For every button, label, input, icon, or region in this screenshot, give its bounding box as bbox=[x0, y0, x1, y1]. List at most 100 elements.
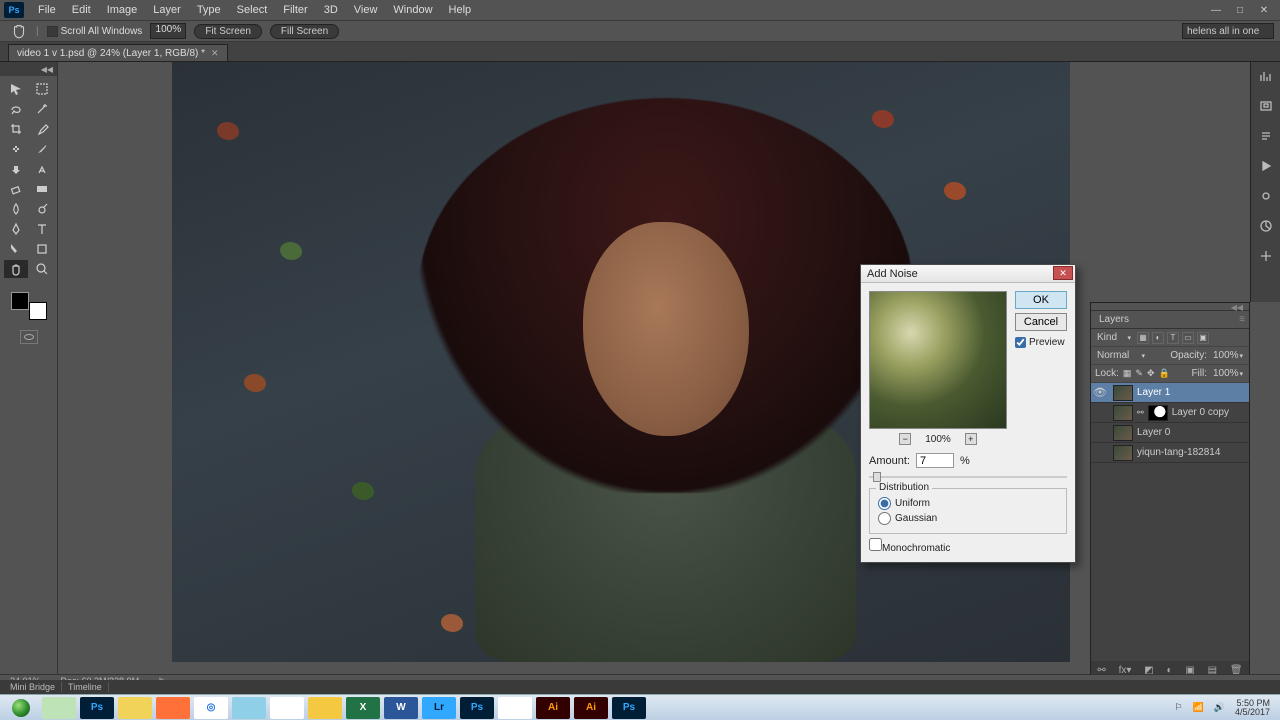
lasso-tool[interactable] bbox=[4, 100, 28, 118]
opacity-input[interactable]: 100%▾ bbox=[1211, 350, 1245, 361]
adjust-icon[interactable] bbox=[1258, 218, 1274, 234]
taskbar-app[interactable]: X bbox=[346, 697, 380, 719]
tray-network-icon[interactable]: 📶 bbox=[1193, 702, 1204, 713]
type-tool[interactable] bbox=[30, 220, 54, 238]
visibility-icon[interactable]: 👁 bbox=[1091, 386, 1109, 399]
menu-3d[interactable]: 3D bbox=[316, 2, 346, 18]
filter-type-icon[interactable]: T bbox=[1167, 332, 1179, 344]
dodge-tool[interactable] bbox=[30, 200, 54, 218]
close-button[interactable]: ✕ bbox=[1252, 2, 1276, 18]
fill-input[interactable]: 100%▾ bbox=[1211, 368, 1245, 379]
crop-tool[interactable] bbox=[4, 120, 28, 138]
taskbar-app[interactable]: ◎ bbox=[194, 697, 228, 719]
filter-shape-icon[interactable]: ▭ bbox=[1182, 332, 1194, 344]
dialog-titlebar[interactable]: Add Noise ✕ bbox=[861, 265, 1075, 283]
workspace-select[interactable]: helens all in one bbox=[1182, 23, 1274, 39]
taskbar-app[interactable] bbox=[270, 697, 304, 719]
layer-thumbnail[interactable] bbox=[1113, 405, 1133, 421]
taskbar-app[interactable]: W bbox=[384, 697, 418, 719]
menu-edit[interactable]: Edit bbox=[64, 2, 99, 18]
layer-thumbnail[interactable] bbox=[1113, 385, 1133, 401]
pen-tool[interactable] bbox=[4, 220, 28, 238]
taskbar-app[interactable]: Ps bbox=[460, 697, 494, 719]
menu-type[interactable]: Type bbox=[189, 2, 229, 18]
amount-input[interactable] bbox=[916, 453, 954, 468]
eraser-tool[interactable] bbox=[4, 180, 28, 198]
filter-adjust-icon[interactable]: ◐ bbox=[1152, 332, 1164, 344]
quick-mask-icon[interactable] bbox=[20, 330, 38, 344]
amount-slider[interactable] bbox=[869, 472, 1067, 482]
foreground-background-colors[interactable] bbox=[7, 288, 51, 324]
layer-item[interactable]: ⚯Layer 0 copy bbox=[1091, 403, 1249, 423]
blend-mode-select[interactable]: Normal▾ bbox=[1095, 350, 1147, 361]
maximize-button[interactable]: □ bbox=[1228, 2, 1252, 18]
lock-trans-icon[interactable]: ▦ bbox=[1123, 368, 1132, 379]
eyedropper-tool[interactable] bbox=[30, 120, 54, 138]
menu-select[interactable]: Select bbox=[229, 2, 276, 18]
zoom-in-button[interactable]: + bbox=[965, 433, 977, 445]
ok-button[interactable]: OK bbox=[1015, 291, 1067, 309]
preview-checkbox[interactable]: Preview bbox=[1015, 337, 1067, 348]
cancel-button[interactable]: Cancel bbox=[1015, 313, 1067, 331]
layer-item[interactable]: Layer 0 bbox=[1091, 423, 1249, 443]
menu-image[interactable]: Image bbox=[99, 2, 146, 18]
menu-view[interactable]: View bbox=[346, 2, 386, 18]
taskbar-app[interactable] bbox=[118, 697, 152, 719]
taskbar-app[interactable]: Ps bbox=[612, 697, 646, 719]
menu-help[interactable]: Help bbox=[441, 2, 480, 18]
hand-tool-icon[interactable] bbox=[10, 24, 28, 39]
move-tool[interactable] bbox=[4, 80, 28, 98]
taskbar-app[interactable] bbox=[156, 697, 190, 719]
uniform-radio[interactable]: Uniform bbox=[878, 497, 1058, 510]
zoom-out-button[interactable]: − bbox=[899, 433, 911, 445]
lock-paint-icon[interactable]: ✎ bbox=[1135, 368, 1143, 379]
scroll-all-windows-checkbox[interactable]: Scroll All Windows bbox=[47, 26, 143, 37]
dialog-close-button[interactable]: ✕ bbox=[1053, 266, 1073, 280]
fill-screen-button[interactable]: Fill Screen bbox=[270, 24, 339, 39]
taskbar-app[interactable] bbox=[42, 697, 76, 719]
properties-icon[interactable] bbox=[1258, 128, 1274, 144]
quick-select-tool[interactable] bbox=[30, 100, 54, 118]
layers-tab[interactable]: Layers≡ bbox=[1091, 311, 1249, 329]
tray-volume-icon[interactable]: 🔊 bbox=[1214, 702, 1225, 713]
tray-flag-icon[interactable]: ⚐ bbox=[1174, 702, 1182, 713]
layer-item[interactable]: 👁Layer 1 bbox=[1091, 383, 1249, 403]
extra-icon[interactable] bbox=[1258, 248, 1274, 264]
timeline-tab[interactable]: Timeline bbox=[62, 682, 109, 692]
menu-file[interactable]: File bbox=[30, 2, 64, 18]
start-button[interactable] bbox=[4, 697, 38, 719]
zoom-input[interactable]: 100% bbox=[150, 23, 186, 39]
histogram-icon[interactable] bbox=[1258, 68, 1274, 84]
taskbar-app[interactable]: Ai bbox=[536, 697, 570, 719]
panel-collapse-icon[interactable]: ◀◀ bbox=[1231, 303, 1243, 310]
taskbar-clock[interactable]: 5:50 PM4/5/2017 bbox=[1235, 699, 1270, 717]
layer-thumbnail[interactable] bbox=[1113, 425, 1133, 441]
filter-smart-icon[interactable]: ▣ bbox=[1197, 332, 1209, 344]
rectangle-tool[interactable] bbox=[30, 240, 54, 258]
fit-screen-button[interactable]: Fit Screen bbox=[194, 24, 262, 39]
menu-filter[interactable]: Filter bbox=[275, 2, 315, 18]
zoom-tool[interactable] bbox=[30, 260, 54, 278]
marquee-tool[interactable] bbox=[30, 80, 54, 98]
tab-close-icon[interactable]: ✕ bbox=[211, 48, 219, 59]
gaussian-radio[interactable]: Gaussian bbox=[878, 512, 1058, 525]
monochromatic-checkbox[interactable]: Monochromatic bbox=[869, 538, 950, 554]
brush-tool[interactable] bbox=[30, 140, 54, 158]
gradient-tool[interactable] bbox=[30, 180, 54, 198]
menu-window[interactable]: Window bbox=[385, 2, 440, 18]
mini-bridge-tab[interactable]: Mini Bridge bbox=[4, 682, 62, 692]
taskbar-app[interactable] bbox=[498, 697, 532, 719]
blur-tool[interactable] bbox=[4, 200, 28, 218]
lock-all-icon[interactable]: 🔒 bbox=[1159, 368, 1170, 379]
document-tab[interactable]: video 1 v 1.psd @ 24% (Layer 1, RGB/8) *… bbox=[8, 44, 228, 61]
hand-tool[interactable] bbox=[4, 260, 28, 278]
healing-tool[interactable] bbox=[4, 140, 28, 158]
path-select-tool[interactable] bbox=[4, 240, 28, 258]
link-icon[interactable] bbox=[1258, 188, 1274, 204]
mask-thumbnail[interactable] bbox=[1148, 405, 1168, 421]
layer-item[interactable]: yiqun-tang-182814 bbox=[1091, 443, 1249, 463]
menu-layer[interactable]: Layer bbox=[145, 2, 189, 18]
minimize-button[interactable]: — bbox=[1204, 2, 1228, 18]
layer-thumbnail[interactable] bbox=[1113, 445, 1133, 461]
history-brush-tool[interactable] bbox=[30, 160, 54, 178]
